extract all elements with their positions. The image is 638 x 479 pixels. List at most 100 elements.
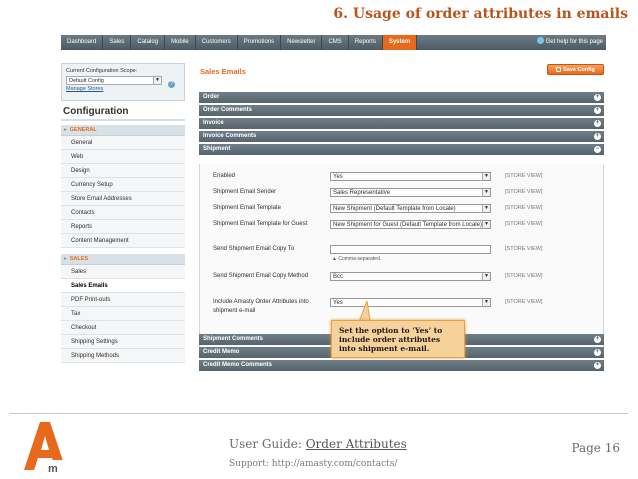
field-label: Include Amasty Order Attributes into shi… [213, 299, 309, 314]
chevron-down-icon: ▼ [153, 77, 161, 84]
section-label: Order Comments [203, 107, 253, 113]
guest-template-select[interactable]: New Shipment for Guest (Default Template… [330, 220, 491, 229]
field-label: Send Shipment Email Copy To [213, 246, 295, 252]
nav-cms[interactable]: CMS [322, 35, 349, 50]
scope-value: Default Config [69, 78, 104, 84]
guide-page: 6. Usage of order attributes in emails D… [0, 0, 638, 479]
amasty-logo: m [24, 422, 66, 475]
sidebar-item-sales-emails[interactable]: Sales Emails [61, 279, 185, 293]
section-label: Shipment Comments [203, 336, 264, 342]
scope-tag: [STORE VIEW] [505, 246, 543, 252]
email-template-select[interactable]: New Shipment (Default Template from Loca… [330, 204, 491, 213]
group-label: GENERAL [69, 127, 97, 133]
field-value: Sales Representative [333, 190, 391, 196]
triangle-icon: ▸ [64, 256, 67, 262]
help-link[interactable]: Get help for this page [536, 35, 603, 50]
sidebar-item-tax[interactable]: Tax [61, 307, 185, 321]
sidebar-item-checkout[interactable]: Checkout [61, 321, 185, 335]
group-label: SALES [69, 256, 89, 262]
chevron-down-icon: ▼ [482, 189, 490, 196]
manage-stores-link[interactable]: Manage Stores [66, 86, 180, 92]
nav-mobile[interactable]: Mobile [165, 35, 196, 50]
chevron-down-icon: ▼ [482, 173, 490, 180]
nav-catalog[interactable]: Catalog [131, 35, 166, 50]
scope-tag: [STORE VIEW] [505, 173, 543, 179]
guide-link[interactable]: Order Attributes [306, 437, 407, 451]
footer-guide: User Guide: Order Attributes [229, 437, 407, 451]
nav-reports[interactable]: Reports [349, 35, 383, 50]
section-label: Invoice Comments [203, 133, 257, 139]
chevron-down-icon: ▼ [482, 205, 490, 212]
guide-prefix: User Guide: [229, 437, 306, 451]
sidebar-item-reports[interactable]: Reports [61, 220, 185, 234]
field-label: Shipment Email Sender [213, 189, 277, 195]
scope-tag: [STORE VIEW] [505, 273, 543, 279]
sidebar-item-pdf-print-outs[interactable]: PDF Print-outs [61, 293, 185, 307]
save-config-button[interactable]: Save Config [547, 64, 604, 75]
email-sender-select[interactable]: Sales Representative ▼ [330, 188, 491, 197]
field-value: New Shipment for Guest (Default Template… [333, 222, 482, 228]
expand-icon: + [594, 336, 601, 343]
sidebar-item-shipping-settings[interactable]: Shipping Settings [61, 335, 185, 349]
chevron-down-icon: ▼ [482, 299, 490, 306]
nav-newsletter[interactable]: Newsletter [281, 35, 323, 50]
section-invoice-comments[interactable]: Invoice Comments + [199, 131, 604, 142]
sidebar-item-content-management[interactable]: Content Management [61, 234, 185, 248]
scope-tag: [STORE VIEW] [505, 221, 543, 227]
collapse-icon: − [594, 146, 601, 153]
nav-sales[interactable]: Sales [103, 35, 132, 50]
expand-icon: + [594, 349, 601, 356]
chevron-down-icon: ▼ [482, 221, 490, 228]
sidebar-item-contacts[interactable]: Contacts [61, 206, 185, 220]
sidebar-item-store-email-addresses[interactable]: Store Email Addresses [61, 192, 185, 206]
copy-method-select[interactable]: Bcc ▼ [330, 272, 491, 281]
footer-divider [10, 413, 628, 414]
main-title: Sales Emails [200, 67, 246, 76]
copy-to-input[interactable] [330, 245, 491, 254]
expand-icon: + [594, 94, 601, 101]
expand-icon: + [594, 120, 601, 127]
sidebar-item-currency-setup[interactable]: Currency Setup [61, 178, 185, 192]
svg-text:m: m [48, 463, 58, 475]
section-invoice[interactable]: Invoice + [199, 118, 604, 129]
sidebar-item-shipping-methods[interactable]: Shipping Methods [61, 349, 185, 363]
section-label: Credit Memo [203, 349, 240, 355]
field-value: Yes [333, 300, 343, 306]
field-value: Bcc [333, 274, 344, 280]
group-sales[interactable]: ▸ SALES [61, 254, 185, 265]
scope-select[interactable]: Default Config ▼ [66, 76, 162, 85]
section-label: Order [203, 94, 220, 100]
section-label: Invoice [203, 120, 224, 126]
scope-tag: [STORE VIEW] [505, 189, 543, 195]
section-shipment[interactable]: Shipment − [199, 144, 604, 155]
nav-system[interactable]: System [382, 35, 418, 50]
question-icon[interactable]: ? [168, 81, 175, 88]
group-general[interactable]: ▸ GENERAL [61, 125, 185, 136]
section-order[interactable]: Order + [199, 92, 604, 103]
expand-icon: + [594, 133, 601, 140]
enabled-select[interactable]: Yes ▼ [330, 172, 491, 181]
nav-dashboard[interactable]: Dashboard [61, 35, 104, 50]
config-heading: Configuration [61, 105, 185, 121]
sidebar-item-web[interactable]: Web [61, 150, 185, 164]
sidebar-item-design[interactable]: Design [61, 164, 185, 178]
help-label: Get help for this page [545, 39, 603, 45]
section-order-comments[interactable]: Order Comments + [199, 105, 604, 116]
nav-promotions[interactable]: Promotions [238, 35, 282, 50]
section-credit-memo-comments[interactable]: Credit Memo Comments + [199, 360, 604, 371]
field-label: Send Shipment Email Copy Method [213, 273, 309, 279]
field-value: New Shipment (Default Template from Loca… [333, 206, 456, 212]
section-label: Credit Memo Comments [203, 362, 273, 368]
save-label: Save Config [563, 67, 595, 73]
sidebar-item-general[interactable]: General [61, 136, 185, 150]
page-title: 6. Usage of order attributes in emails [333, 6, 628, 22]
config-sidebar: Current Configuration Scope: Default Con… [61, 63, 185, 380]
sidebar-item-sales[interactable]: Sales [61, 265, 185, 279]
field-label: Shipment Email Template for Guest [213, 221, 308, 227]
section-label: Shipment [203, 146, 231, 152]
save-icon [556, 67, 562, 72]
chevron-down-icon: ▼ [482, 273, 490, 280]
footer-support[interactable]: Support: http://amasty.com/contacts/ [229, 459, 397, 469]
nav-customers[interactable]: Customers [196, 35, 238, 50]
scope-tag: [STORE VIEW] [505, 299, 543, 305]
